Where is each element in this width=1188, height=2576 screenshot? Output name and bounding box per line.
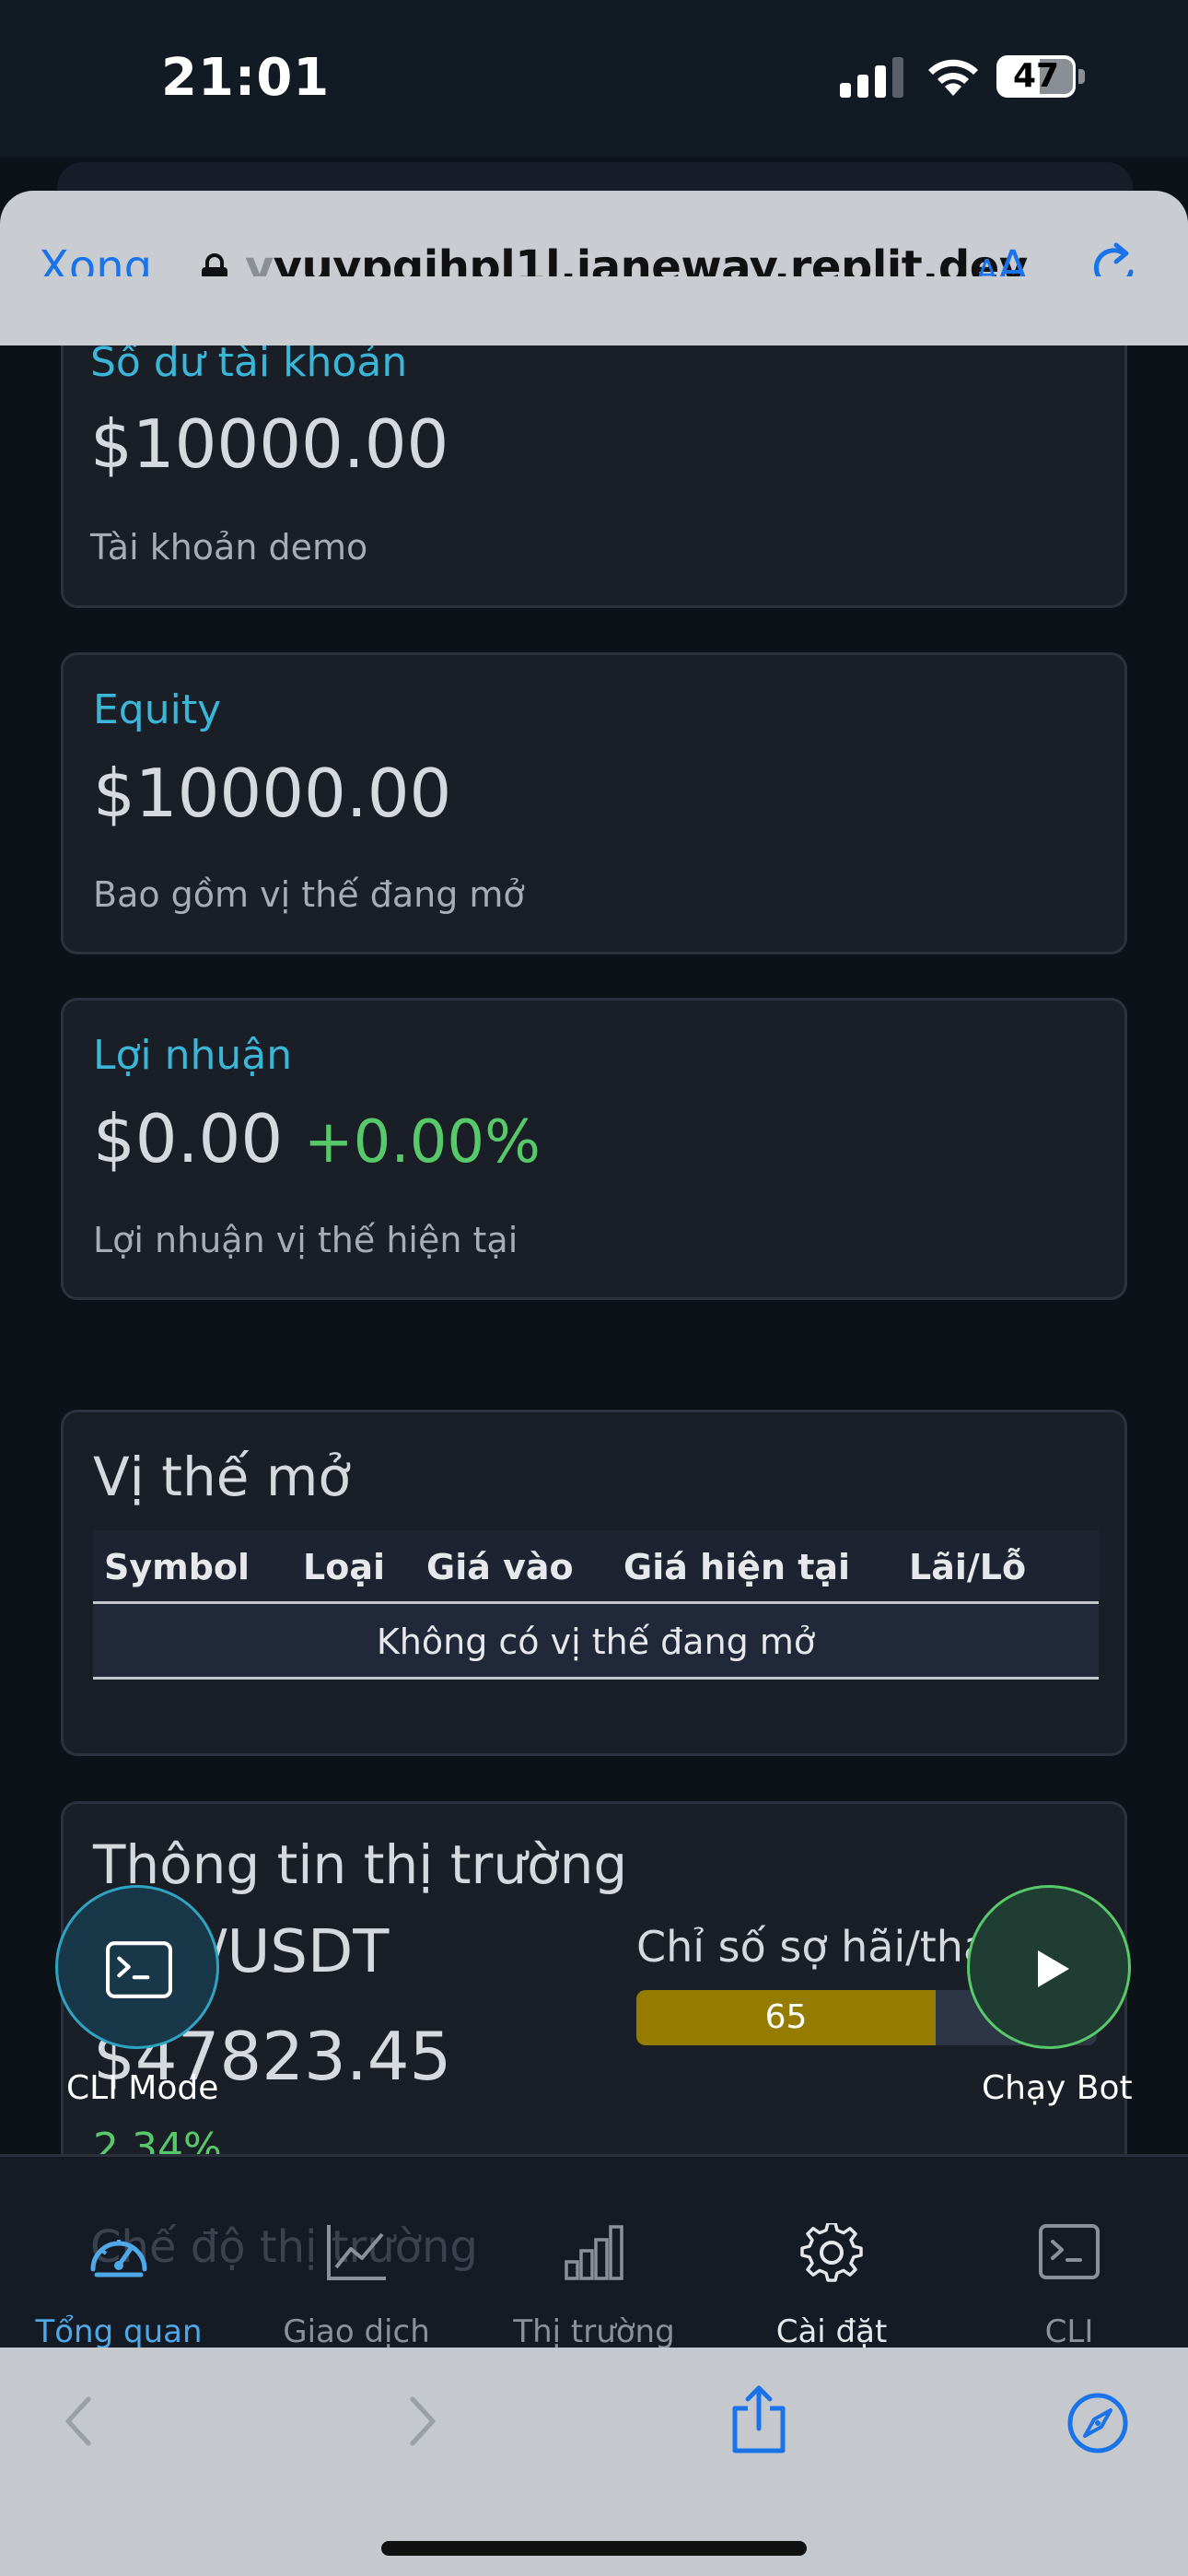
status-time: 21:01: [161, 48, 331, 108]
run-bot-label: Chạy Bot: [982, 2069, 1133, 2107]
nav-label-overview: Tổng quan: [35, 2313, 203, 2350]
nav-tab-market[interactable]: Thị trường: [475, 2157, 713, 2350]
nav-label-trading: Giao dịch: [283, 2313, 430, 2350]
terminal-icon: [1039, 2224, 1100, 2279]
ios-status-bar: 21:01 47: [0, 0, 1188, 157]
gear-icon: [800, 2223, 863, 2282]
cli-mode-label: CLI Mode: [66, 2069, 219, 2107]
cli-mode-button[interactable]: [55, 1885, 219, 2049]
open-positions-card: Vị thế mở Symbol Loại Giá vào Giá hiện t…: [61, 1410, 1127, 1756]
open-positions-title: Vị thế mở: [93, 1446, 351, 1508]
nav-tab-overview[interactable]: Tổng quan: [0, 2157, 238, 2350]
equity-card: Equity $10000.00 Bao gồm vị thế đang mở: [61, 652, 1127, 954]
battery-icon: 47: [996, 55, 1085, 101]
play-icon: [1038, 1950, 1069, 1987]
column-pnl: Lãi/Lỗ: [909, 1547, 1027, 1587]
nav-tab-settings[interactable]: Cài đặt: [713, 2157, 950, 2350]
wifi-icon: [928, 59, 978, 96]
column-current-price: Giá hiện tại: [623, 1547, 851, 1587]
nav-label-settings: Cài đặt: [775, 2313, 888, 2350]
address-bar-bottom: [0, 276, 1188, 345]
share-icon[interactable]: [729, 2384, 788, 2454]
gauge-icon: [90, 2240, 147, 2277]
nav-label-market: Thị trường: [513, 2313, 675, 2350]
profit-value: $0.00: [93, 1100, 284, 1177]
back-icon[interactable]: [64, 2395, 92, 2447]
app-bottom-nav: Chế độ thị trường Tổng quan Giao dịch Th…: [0, 2154, 1188, 2350]
nav-label-cli: CLI: [1044, 2313, 1094, 2350]
profit-percent: +0.00%: [304, 1108, 541, 1177]
profit-title: Lợi nhuận: [93, 1032, 293, 1079]
nav-tab-trading[interactable]: Giao dịch: [238, 2157, 475, 2350]
column-entry-price: Giá vào: [426, 1547, 574, 1587]
market-info-card: Thông tin thị trường BTC/USDT $47823.45 …: [61, 1801, 1127, 2188]
profit-card: Lợi nhuận $0.00 +0.00% Lợi nhuận vị thế …: [61, 998, 1127, 1300]
table-header: Symbol Loại Giá vào Giá hiện tại Lãi/Lỗ: [93, 1530, 1099, 1604]
run-bot-button[interactable]: [967, 1885, 1131, 2049]
line-chart-icon: [327, 2225, 386, 2280]
compass-icon[interactable]: [1066, 2392, 1129, 2454]
balance-value: $10000.00: [90, 405, 449, 483]
terminal-icon: [106, 1941, 172, 1998]
column-type: Loại: [303, 1547, 385, 1587]
battery-level: 47: [1012, 57, 1060, 95]
table-empty-row: Không có vị thế đang mở: [93, 1604, 1099, 1680]
equity-subtitle: Bao gồm vị thế đang mở: [93, 874, 525, 915]
equity-value: $10000.00: [93, 755, 452, 832]
profit-value-row: $0.00 +0.00%: [93, 1100, 541, 1177]
equity-title: Equity: [93, 686, 222, 733]
home-indicator: [381, 2541, 807, 2556]
cellular-signal-icon: [840, 57, 903, 98]
column-symbol: Symbol: [104, 1547, 250, 1587]
bar-chart-icon: [565, 2225, 623, 2280]
profit-subtitle: Lợi nhuận vị thế hiện tại: [93, 1220, 518, 1260]
forward-icon[interactable]: [409, 2395, 437, 2447]
positions-table: Symbol Loại Giá vào Giá hiện tại Lãi/Lỗ …: [93, 1530, 1099, 1680]
balance-subtitle: Tài khoản demo: [90, 527, 368, 568]
fear-greed-value: 65: [764, 1998, 808, 2036]
market-info-title: Thông tin thị trường: [93, 1833, 628, 1896]
nav-tab-cli[interactable]: CLI: [950, 2157, 1188, 2350]
